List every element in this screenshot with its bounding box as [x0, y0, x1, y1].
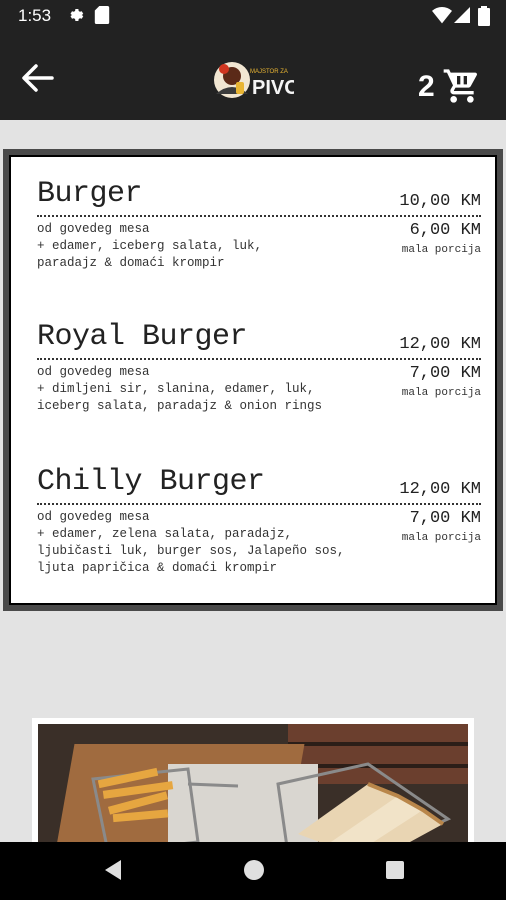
description-line: + edamer, zelena salata, paradajz, [37, 527, 293, 541]
item-price: 10,00 KM [399, 192, 481, 211]
small-portion-label: mala porcija [401, 532, 481, 544]
nav-back-icon[interactable] [101, 858, 125, 887]
item-price: 12,00 KM [399, 335, 481, 354]
description-line: ljuta papričica & domaći krompir [37, 561, 278, 575]
svg-text:PIVO: PIVO [252, 77, 294, 99]
item-header: Burger 10,00 KM [37, 177, 481, 217]
small-portion-price: 7,00 KM [409, 364, 481, 383]
status-bar: 1:53 [0, 0, 506, 32]
small-portion-label: mala porcija [401, 244, 481, 256]
description-line: ljubičasti luk, burger sos, Jalapeño sos… [37, 544, 345, 558]
description-line: od govedeg mesa [37, 365, 150, 379]
item-header: Royal Burger 12,00 KM [37, 320, 481, 360]
item-description: od govedeg mesa + edamer, iceberg salata… [37, 221, 367, 272]
description-line: iceberg salata, paradajz & onion rings [37, 399, 323, 413]
small-portion: 7,00 KM mala porcija [402, 364, 481, 399]
nav-recents-icon[interactable] [383, 858, 407, 887]
menu-board: Burger 10,00 KM od govedeg mesa + edamer… [9, 155, 497, 605]
menu-item[interactable]: Royal Burger 12,00 KM od govedeg mesa + … [37, 320, 481, 415]
signal-icon [454, 6, 470, 29]
description-line: paradajz & domaći krompir [37, 256, 225, 270]
app-logo: MAJSTOR ZA PIVO [210, 56, 300, 102]
item-body: od govedeg mesa + edamer, zelena salata,… [37, 509, 481, 577]
menu-item[interactable]: Chilly Burger 12,00 KM od govedeg mesa +… [37, 465, 481, 577]
small-portion-price: 7,00 KM [409, 509, 481, 528]
item-name: Chilly Burger [37, 465, 265, 499]
description-line: + dimljeni sir, slanina, edamer, luk, [37, 382, 315, 396]
item-price: 12,00 KM [399, 480, 481, 499]
item-name: Royal Burger [37, 320, 248, 354]
menu-card: Burger 10,00 KM od govedeg mesa + edamer… [3, 149, 503, 611]
item-description: od govedeg mesa + edamer, zelena salata,… [37, 509, 367, 577]
nav-home-icon[interactable] [242, 858, 266, 887]
back-arrow-icon[interactable] [18, 58, 58, 98]
sd-card-icon [94, 6, 110, 29]
description-line: + edamer, iceberg salata, luk, [37, 239, 263, 253]
cart-count-badge: 2 [418, 70, 435, 103]
food-photo-card[interactable] [32, 718, 474, 854]
small-portion-price: 6,00 KM [409, 221, 481, 240]
app-bar: MAJSTOR ZA PIVO 2 [0, 32, 506, 120]
battery-icon [478, 6, 490, 31]
description-line: od govedeg mesa [37, 510, 150, 524]
settings-icon [66, 6, 84, 29]
item-body: od govedeg mesa + edamer, iceberg salata… [37, 221, 481, 272]
food-photo [38, 724, 468, 854]
small-portion: 6,00 KM mala porcija [402, 221, 481, 256]
svg-text:MAJSTOR ZA: MAJSTOR ZA [250, 69, 288, 75]
small-portion: 7,00 KM mala porcija [402, 509, 481, 544]
description-line: od govedeg mesa [37, 222, 150, 236]
menu-item[interactable]: Burger 10,00 KM od govedeg mesa + edamer… [37, 177, 481, 272]
cart-icon[interactable] [442, 66, 482, 106]
status-time: 1:53 [18, 6, 52, 25]
item-header: Chilly Burger 12,00 KM [37, 465, 481, 505]
wifi-icon [432, 6, 452, 29]
system-nav-bar [0, 842, 506, 900]
item-name: Burger [37, 177, 143, 211]
item-description: od govedeg mesa + dimljeni sir, slanina,… [37, 364, 367, 415]
small-portion-label: mala porcija [401, 387, 481, 399]
item-body: od govedeg mesa + dimljeni sir, slanina,… [37, 364, 481, 415]
